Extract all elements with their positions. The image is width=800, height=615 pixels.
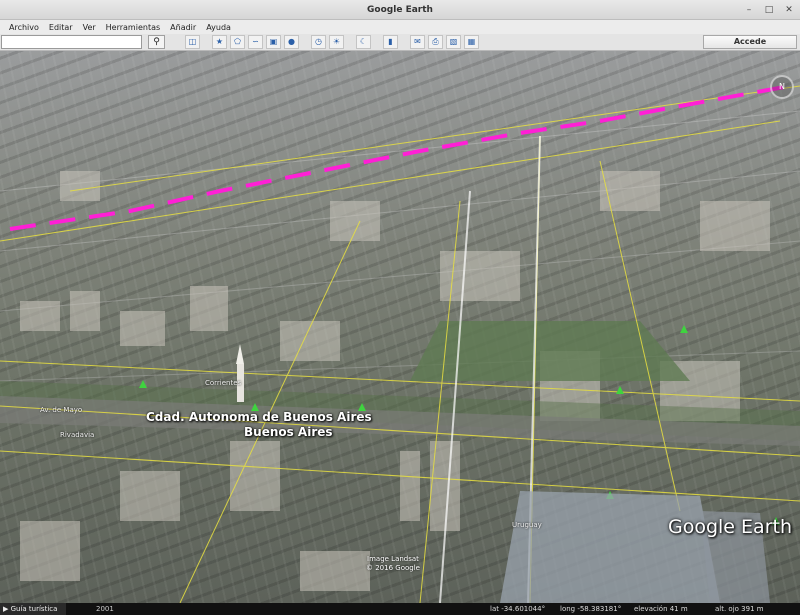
road-label-av-de-mayo: Av. de Mayo xyxy=(40,406,83,414)
menu-ayuda[interactable]: Ayuda xyxy=(201,23,236,32)
signin-button[interactable]: Accede xyxy=(703,35,797,49)
window-title: Google Earth xyxy=(367,4,433,15)
toolbar-buttons: ◫ ★ ⬠ ∽ ▣ ● ◷ ☀ ☾ ▮ ✉ ⎙ ▧ ▦ xyxy=(185,35,479,49)
ruler-icon[interactable]: ▮ xyxy=(383,35,398,49)
record-tour-icon[interactable]: ● xyxy=(284,35,299,49)
imagery-year: 2001 xyxy=(96,605,114,613)
search-input[interactable] xyxy=(1,35,142,49)
compass-icon: N xyxy=(779,82,785,91)
tour-guide-button[interactable]: ▶ Guía turística xyxy=(0,603,66,615)
place-label-buenos-aires[interactable]: Buenos Aires xyxy=(244,425,333,439)
menu-ver[interactable]: Ver xyxy=(78,23,101,32)
path-icon[interactable]: ∽ xyxy=(248,35,263,49)
search-button[interactable]: ⚲ xyxy=(148,35,165,49)
status-eye-altitude: alt. ojo 391 m xyxy=(715,605,764,613)
google-earth-logo: Google Earth xyxy=(668,516,792,538)
image-overlay-icon[interactable]: ▣ xyxy=(266,35,281,49)
place-label-caba[interactable]: Cdad. Autonoma de Buenos Aires xyxy=(146,410,372,424)
placemark-icon[interactable]: ★ xyxy=(212,35,227,49)
sidebar-icon[interactable]: ◫ xyxy=(185,35,200,49)
window-controls: – □ ✕ xyxy=(742,3,796,17)
map-viewport[interactable]: N Cdad. Autonoma de Buenos Aires Buenos … xyxy=(0,51,800,603)
menu-archivo[interactable]: Archivo xyxy=(4,23,44,32)
road-label-uruguay: Uruguay xyxy=(512,521,542,529)
magnifier-icon: ⚲ xyxy=(153,37,160,47)
sunlight-icon[interactable]: ☀ xyxy=(329,35,344,49)
status-latitude: lat -34.601044° xyxy=(490,605,546,613)
road-label-rivadavia: Rivadavia xyxy=(60,431,95,439)
print-icon[interactable]: ⎙ xyxy=(428,35,443,49)
polygon-icon[interactable]: ⬠ xyxy=(230,35,245,49)
planets-icon[interactable]: ☾ xyxy=(356,35,371,49)
menu-anadir[interactable]: Añadir xyxy=(165,23,201,32)
menu-herramientas[interactable]: Herramientas xyxy=(101,23,166,32)
minimize-icon[interactable]: – xyxy=(742,3,756,17)
road-label-corrientes: Corrientes xyxy=(205,379,242,387)
navigation-compass[interactable]: N xyxy=(770,75,794,99)
status-bar: ▶ Guía turística 2001 lat -34.601044° lo… xyxy=(0,603,800,615)
title-bar: Google Earth – □ ✕ xyxy=(0,0,800,20)
tour-guide-icon: ▶ xyxy=(3,605,11,613)
close-icon[interactable]: ✕ xyxy=(782,3,796,17)
historical-imagery-icon[interactable]: ◷ xyxy=(311,35,326,49)
maximize-icon[interactable]: □ xyxy=(762,3,776,17)
toolbar: ⚲ ◫ ★ ⬠ ∽ ▣ ● ◷ ☀ ☾ ▮ ✉ ⎙ ▧ ▦ Accede xyxy=(0,34,800,51)
maps-icon[interactable]: ▦ xyxy=(464,35,479,49)
status-elevation: elevación 41 m xyxy=(634,605,688,613)
status-longitude: long -58.383181° xyxy=(560,605,622,613)
menu-bar: Archivo Editar Ver Herramientas Añadir A… xyxy=(0,20,800,34)
menu-editar[interactable]: Editar xyxy=(44,23,78,32)
save-image-icon[interactable]: ▧ xyxy=(446,35,461,49)
imagery-attribution: Image Landsat © 2016 Google xyxy=(366,555,420,572)
email-icon[interactable]: ✉ xyxy=(410,35,425,49)
